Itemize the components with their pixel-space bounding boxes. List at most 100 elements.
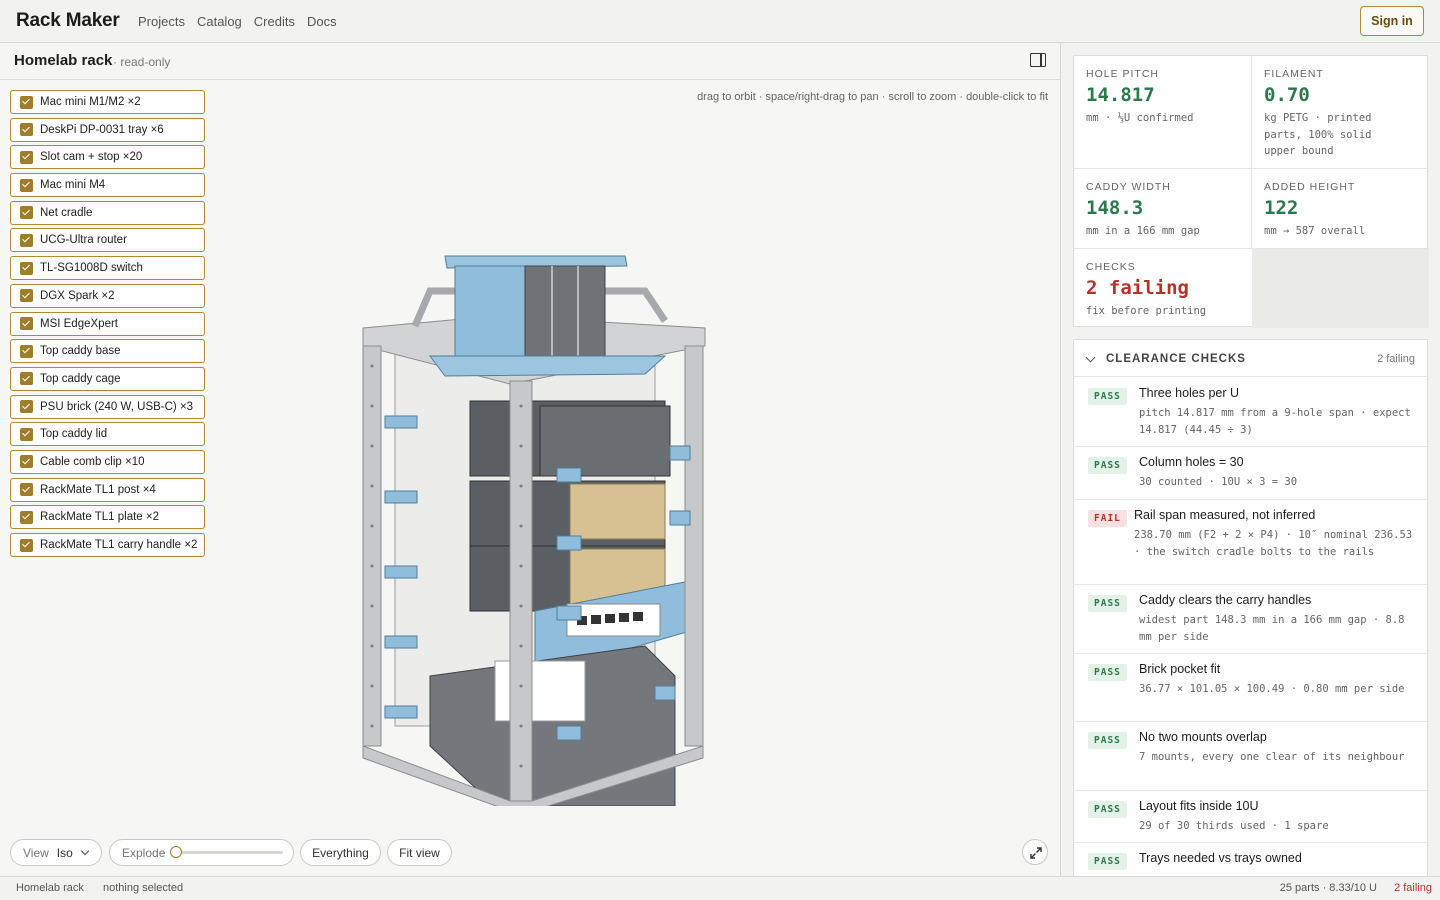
part-toggle[interactable]: RackMate TL1 plate ×2 (10, 505, 205, 530)
part-toggle[interactable]: Top caddy lid (10, 422, 205, 447)
fit-view-button[interactable]: Fit view (387, 839, 452, 866)
panel-toggle-icon[interactable] (1030, 53, 1046, 67)
status-project: Homelab rack (16, 882, 84, 894)
stat-sub: mm → 587 overall (1264, 225, 1366, 237)
part-toggle[interactable]: RackMate TL1 post ×4 (10, 477, 205, 502)
nav-projects[interactable]: Projects (138, 14, 185, 29)
checkbox-checked-icon[interactable] (20, 233, 33, 247)
checkbox-checked-icon[interactable] (20, 372, 33, 386)
check-title: Caddy clears the carry handles (1139, 593, 1312, 607)
clearance-checks-header[interactable]: CLEARANCE CHECKS 2 failing (1074, 340, 1427, 377)
part-label: Slot cam + stop ×20 (40, 151, 143, 164)
checkbox-checked-icon[interactable] (20, 123, 33, 137)
status-badge: PASS (1088, 853, 1127, 870)
explode-control[interactable]: Explode (109, 839, 294, 866)
check-detail: 238.70 mm (F2 + 2 × P4) · 10″ nominal 23… (1134, 529, 1413, 558)
check-detail: 29 of 30 thirds used · 1 spare (1139, 820, 1329, 832)
checkbox-checked-icon[interactable] (20, 95, 33, 109)
checkbox-checked-icon[interactable] (20, 344, 33, 358)
part-toggle[interactable]: Top caddy cage (10, 366, 205, 391)
check-title: Brick pocket fit (1139, 662, 1221, 676)
stat-sub: fix before printing (1086, 305, 1207, 317)
stat-label: CHECKS (1086, 261, 1136, 273)
chevron-down-icon (80, 846, 90, 856)
part-toggle[interactable]: PSU brick (240 W, USB-C) ×3 (10, 394, 205, 419)
part-toggle[interactable]: Mac mini M1/M2 ×2 (10, 90, 205, 114)
slider-knob[interactable] (170, 846, 183, 858)
check-row[interactable]: PASS Three holes per U pitch 14.817 mm f… (1074, 378, 1427, 447)
fullscreen-button[interactable] (1022, 839, 1048, 865)
stat-sub: kg PETG · printed parts, 100% solid uppe… (1264, 112, 1372, 157)
nav-credits[interactable]: Credits (254, 14, 295, 29)
app-brand[interactable]: Rack Maker (16, 10, 120, 32)
status-failing[interactable]: 2 failing (1394, 882, 1432, 894)
checkbox-checked-icon[interactable] (20, 289, 33, 303)
check-row[interactable]: PASS No two mounts overlap 7 mounts, eve… (1074, 722, 1427, 791)
rack-3d-canvas[interactable] (345, 206, 715, 806)
explode-slider[interactable] (170, 846, 284, 858)
empty-cell (1252, 249, 1429, 328)
device-face (539, 405, 671, 477)
checkbox-checked-icon[interactable] (20, 427, 33, 441)
part-toggle[interactable]: Top caddy base (10, 339, 205, 364)
viewer-header: Homelab rack · read-only (0, 43, 1060, 80)
viewer-hint: drag to orbit · space/right-drag to pan … (697, 91, 1048, 103)
part-label: PSU brick (240 W, USB-C) ×3 (40, 400, 194, 413)
view-value: Iso (56, 845, 73, 860)
part-label: Net cradle (40, 206, 93, 219)
part-toggle[interactable]: DeskPi DP-0031 tray ×6 (10, 117, 205, 142)
part-toggle[interactable]: Slot cam + stop ×20 (10, 145, 205, 170)
top-caddy-base (429, 355, 667, 377)
part-label: RackMate TL1 carry handle ×2 (40, 539, 198, 551)
stat-value: 148.3 (1086, 197, 1144, 219)
part-toggle[interactable]: Mac mini M4 (10, 173, 205, 198)
everything-button[interactable]: Everything (300, 839, 381, 866)
checkbox-checked-icon[interactable] (20, 317, 33, 330)
sign-in-button[interactable]: Sign in (1360, 6, 1424, 36)
stat-sub: mm in a 166 mm gap (1086, 225, 1200, 237)
part-toggle[interactable]: DGX Spark ×2 (10, 283, 205, 308)
check-row[interactable]: PASS Layout fits inside 10U 29 of 30 thi… (1074, 791, 1427, 843)
check-detail: widest part 148.3 mm in a 166 mm gap · 8… (1139, 614, 1405, 643)
view-select[interactable]: View Iso (10, 839, 102, 866)
checkbox-checked-icon[interactable] (20, 455, 33, 469)
part-label: RackMate TL1 post ×4 (40, 483, 156, 496)
check-row[interactable]: PASS Column holes = 30 30 counted · 10U … (1074, 447, 1427, 500)
checkbox-checked-icon[interactable] (20, 510, 33, 524)
status-selection: nothing selected (103, 882, 184, 894)
checkbox-checked-icon[interactable] (20, 206, 33, 220)
check-row[interactable]: PASS Trays needed vs trays owned (1074, 843, 1427, 876)
part-label: Cable comb clip ×10 (40, 455, 145, 468)
check-title: Three holes per U (1139, 386, 1240, 400)
device-gold-face (569, 483, 666, 540)
parts-list: Mac mini M1/M2 ×2 DeskPi DP-0031 tray ×6… (10, 90, 205, 561)
status-badge: PASS (1088, 732, 1127, 749)
part-toggle[interactable]: TL-SG1008D switch (10, 256, 205, 281)
part-toggle[interactable]: MSI EdgeXpert (10, 311, 205, 336)
stat-caddy-width: CADDY WIDTH 148.3 mm in a 166 mm gap (1074, 169, 1251, 240)
part-toggle[interactable]: RackMate TL1 carry handle ×2 (10, 533, 205, 557)
check-detail: 36.77 × 101.05 × 100.49 · 0.80 mm per si… (1139, 683, 1405, 695)
check-row[interactable]: PASS Caddy clears the carry handles wide… (1074, 585, 1427, 654)
nav-catalog[interactable]: Catalog (197, 14, 242, 29)
status-badge: PASS (1088, 595, 1127, 612)
clearance-checks-title: CLEARANCE CHECKS (1106, 353, 1246, 365)
part-toggle[interactable]: UCG-Ultra router (10, 228, 205, 253)
checkbox-checked-icon[interactable] (20, 150, 33, 164)
check-row[interactable]: FAIL Rail span measured, not inferred 23… (1074, 500, 1427, 585)
checkbox-checked-icon[interactable] (20, 261, 33, 275)
part-toggle[interactable]: Net cradle (10, 200, 205, 225)
stat-value: 14.817 (1086, 84, 1155, 106)
nav-docs[interactable]: Docs (307, 14, 337, 29)
checkbox-checked-icon[interactable] (20, 483, 33, 497)
stat-label: HOLE PITCH (1086, 68, 1160, 80)
check-title: Layout fits inside 10U (1139, 799, 1259, 813)
clearance-checks-count: 2 failing (1377, 353, 1415, 365)
part-toggle[interactable]: Cable comb clip ×10 (10, 449, 205, 474)
checkbox-checked-icon[interactable] (20, 178, 33, 192)
main-nav: Projects Catalog Credits Docs (138, 14, 349, 29)
status-badge: PASS (1088, 664, 1127, 681)
check-row[interactable]: PASS Brick pocket fit 36.77 × 101.05 × 1… (1074, 654, 1427, 722)
checkbox-checked-icon[interactable] (20, 400, 33, 414)
checkbox-checked-icon[interactable] (20, 538, 33, 552)
